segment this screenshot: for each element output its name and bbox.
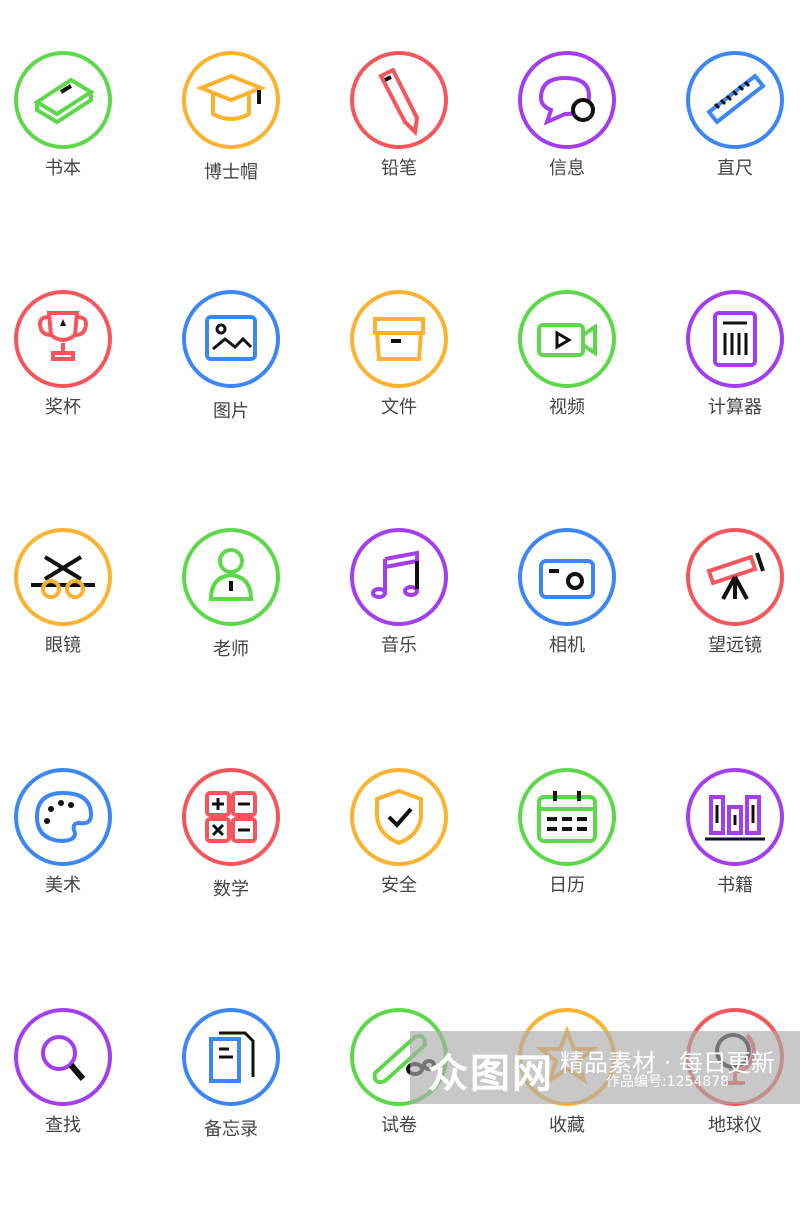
math-icon — [182, 768, 280, 866]
search-icon — [14, 1008, 112, 1106]
memo-icon — [182, 1008, 280, 1106]
icon-item: 计算器 — [655, 289, 800, 449]
icon-label: 直尺 — [717, 158, 753, 179]
trophy-icon — [14, 290, 112, 388]
icon-label: 视频 — [549, 397, 585, 418]
telescope-icon — [686, 528, 784, 626]
icon-label: 书本 — [45, 158, 81, 179]
icon-item: 铅笔 — [319, 50, 479, 210]
icon-item: 安全 — [319, 767, 479, 927]
icon-item: 查找 — [0, 1007, 143, 1167]
icon-label: 博士帽 — [204, 162, 258, 183]
video-icon — [518, 290, 616, 388]
graduation-cap-icon — [182, 51, 280, 149]
watermark-logo: 众图网 — [428, 1051, 554, 1097]
palette-icon — [14, 768, 112, 866]
icon-label: 地球仪 — [708, 1115, 762, 1136]
icon-item: 备忘录 — [151, 1007, 311, 1167]
icon-item: 书籍 — [655, 767, 800, 927]
icon-label: 查找 — [45, 1115, 81, 1136]
icon-item: 视频 — [487, 289, 647, 449]
icon-item: 日历 — [487, 767, 647, 927]
icon-item: 相机 — [487, 527, 647, 687]
icon-item: 图片 — [151, 289, 311, 449]
icon-item: 老师 — [151, 527, 311, 687]
icon-label: 奖杯 — [45, 397, 81, 418]
icon-item: 眼镜 — [0, 527, 143, 687]
shield-icon — [350, 768, 448, 866]
watermark-code: 作品编号:1254878 — [606, 1074, 730, 1090]
icon-item: 美术 — [0, 767, 143, 927]
teacher-icon — [182, 528, 280, 626]
icon-item: 奖杯 — [0, 289, 143, 449]
camera-icon — [518, 528, 616, 626]
icon-label: 数学 — [213, 879, 249, 900]
icon-label: 眼镜 — [45, 635, 81, 656]
icon-label: 相机 — [549, 635, 585, 656]
icon-label: 信息 — [549, 158, 585, 179]
icon-label: 计算器 — [708, 397, 762, 418]
icon-label: 安全 — [381, 875, 417, 896]
icon-label: 备忘录 — [204, 1119, 258, 1140]
icon-item: 文件 — [319, 289, 479, 449]
icon-label: 望远镜 — [708, 635, 762, 656]
watermark: 众图网 精品素材 · 每日更新 作品编号:1254878 — [410, 1031, 800, 1104]
icon-item: 数学 — [151, 767, 311, 927]
books-icon — [686, 768, 784, 866]
calendar-icon — [518, 768, 616, 866]
icon-item: 信息 — [487, 50, 647, 210]
icon-label: 试卷 — [381, 1115, 417, 1136]
icon-item: 音乐 — [319, 527, 479, 687]
image-icon — [182, 290, 280, 388]
icon-item: 书本 — [0, 50, 143, 210]
calculator-icon — [686, 290, 784, 388]
icon-label: 收藏 — [549, 1115, 585, 1136]
icon-label: 文件 — [381, 397, 417, 418]
icon-item: 直尺 — [655, 50, 800, 210]
icon-label: 老师 — [213, 639, 249, 660]
icon-label: 图片 — [213, 401, 249, 422]
icon-label: 铅笔 — [381, 158, 417, 179]
icon-label: 音乐 — [381, 635, 417, 656]
icon-item: 望远镜 — [655, 527, 800, 687]
icon-label: 书籍 — [717, 875, 753, 896]
glasses-icon — [14, 528, 112, 626]
music-icon — [350, 528, 448, 626]
ruler-icon — [686, 51, 784, 149]
file-box-icon — [350, 290, 448, 388]
pencil-icon — [350, 51, 448, 149]
icon-label: 日历 — [549, 875, 585, 896]
icon-item: 博士帽 — [151, 50, 311, 210]
message-icon — [518, 51, 616, 149]
book-icon — [14, 51, 112, 149]
icon-label: 美术 — [45, 875, 81, 896]
